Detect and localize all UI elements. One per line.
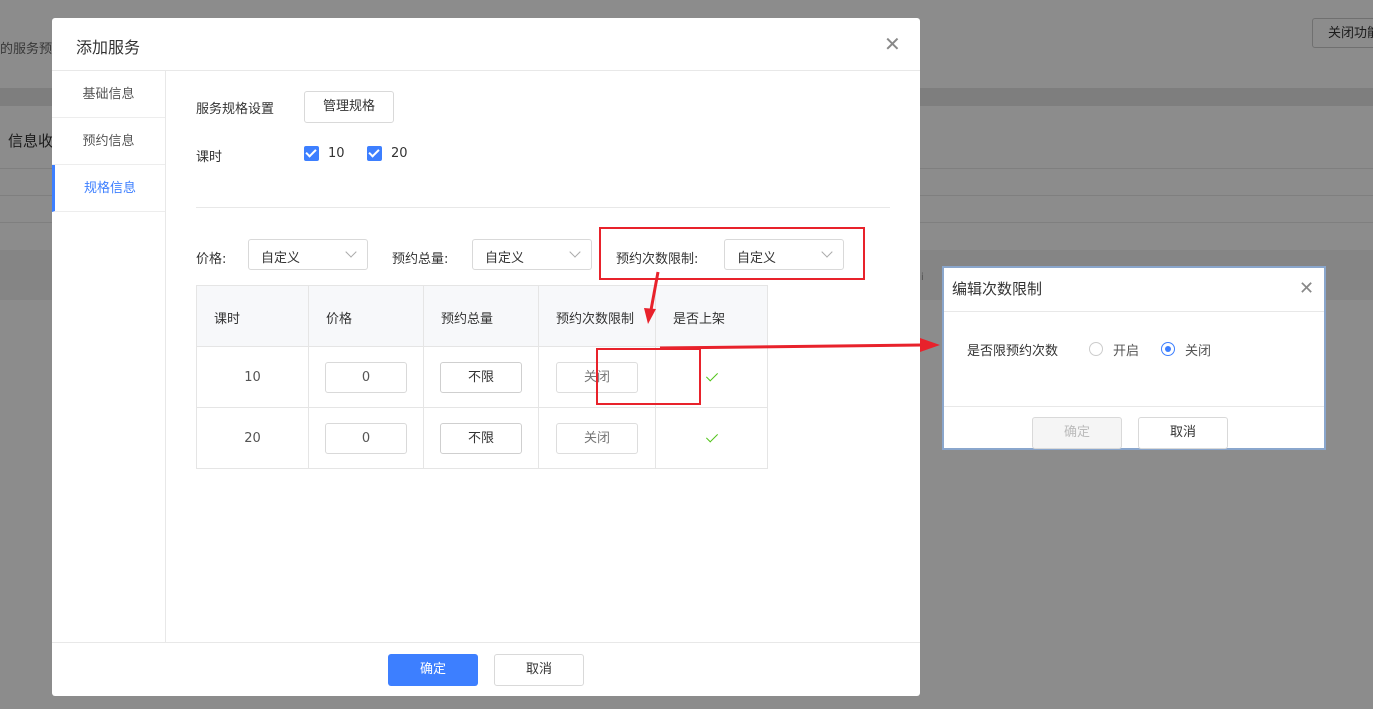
dialog-cancel-button[interactable]: 取消 [1138,417,1228,449]
edit-limit-dialog: 编辑次数限制 ✕ 是否限预约次数 开启 关闭 确定 取消 [942,266,1326,450]
annotation-arrowhead [920,338,940,352]
annotation-arrow [659,343,923,350]
dialog-header: 编辑次数限制 ✕ [944,268,1324,312]
radio-disable-label: 关闭 [1185,344,1212,359]
annotation-arrow [649,271,660,311]
annotation-arrowhead [644,308,656,324]
radio-enable-label: 开启 [1113,344,1140,359]
close-icon[interactable]: ✕ [1299,278,1314,299]
dialog-footer: 确定 取消 [944,406,1324,449]
dialog-confirm-button[interactable]: 确定 [1032,417,1122,449]
limit-question-label: 是否限预约次数 [967,344,1059,359]
dialog-title: 编辑次数限制 [952,280,1043,298]
radio-disable[interactable] [1161,342,1175,356]
radio-enable[interactable] [1089,342,1103,356]
